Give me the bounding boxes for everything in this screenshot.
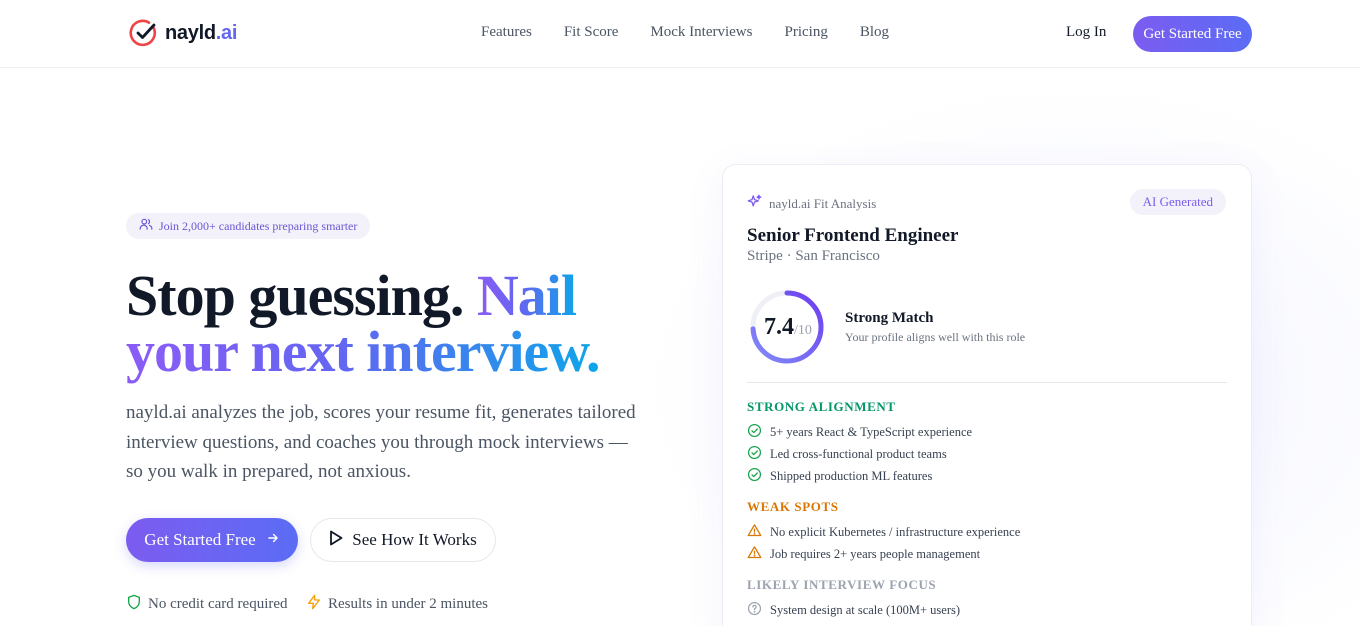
pill-text: Join 2,000+ candidates preparing smarter	[159, 218, 358, 233]
score-value: 7.4/10	[764, 314, 812, 340]
users-icon	[139, 217, 159, 235]
hero-headline: Stop guessing. Nail your next interview.	[126, 263, 600, 384]
job-company: Stripe · San Francisco	[747, 248, 880, 264]
card-divider	[747, 382, 1227, 383]
logo-check-icon	[129, 18, 159, 48]
logo-text: nayld.ai	[165, 21, 238, 44]
check-circle-icon	[747, 467, 770, 486]
match-title: Strong Match	[845, 310, 934, 326]
interview-focus-title: LIKELY INTERVIEW FOCUS	[747, 577, 937, 592]
nav-link-fit-score[interactable]: Fit Score	[564, 24, 619, 41]
job-title: Senior Frontend Engineer	[747, 225, 959, 246]
question-circle-icon	[747, 601, 770, 620]
check-circle-icon	[747, 445, 770, 464]
sparkle-icon	[747, 194, 769, 213]
nav-link-pricing[interactable]: Pricing	[784, 24, 827, 41]
strong-alignment-title: STRONG ALIGNMENT	[747, 399, 896, 414]
fit-score-ring: 7.4/10	[747, 287, 827, 367]
weak-spots-title: WEAK SPOTS	[747, 499, 839, 514]
strong-item: Shipped production ML features	[747, 467, 932, 486]
lightning-icon	[306, 594, 328, 615]
nav-links: Features Fit Score Mock Interviews Prici…	[481, 24, 921, 41]
strong-item: 5+ years React & TypeScript experience	[747, 423, 972, 442]
nav-link-mock-interviews[interactable]: Mock Interviews	[650, 24, 752, 41]
trust-no-credit-card: No credit card required	[126, 594, 288, 615]
top-nav: nayld.ai Features Fit Score Mock Intervi…	[0, 0, 1360, 68]
shield-icon	[126, 594, 148, 615]
ai-generated-badge: AI Generated	[1129, 189, 1226, 215]
check-circle-icon	[747, 423, 770, 442]
see-how-it-works-button[interactable]: See How It Works	[310, 518, 496, 562]
match-description: Your profile aligns well with this role	[845, 330, 1026, 344]
nav-get-started-button[interactable]: Get Started Free	[1133, 16, 1252, 52]
focus-item: System design at scale (100M+ users)	[747, 601, 960, 620]
login-link[interactable]: Log In	[1066, 24, 1106, 41]
get-started-button[interactable]: Get Started Free	[126, 518, 298, 562]
fit-analysis-card: nayld.ai Fit Analysis AI Generated Senio…	[722, 164, 1252, 626]
warning-icon	[747, 523, 770, 542]
arrow-right-icon	[256, 530, 280, 550]
hero-subtitle: nayld.ai analyzes the job, scores your r…	[126, 402, 636, 482]
weak-item: Job requires 2+ years people management	[747, 545, 980, 564]
play-icon	[329, 530, 352, 551]
weak-item: No explicit Kubernetes / infrastructure …	[747, 523, 1020, 542]
nav-link-blog[interactable]: Blog	[860, 24, 889, 41]
card-header: nayld.ai Fit Analysis	[747, 194, 876, 213]
nav-link-features[interactable]: Features	[481, 24, 532, 41]
logo[interactable]: nayld.ai	[129, 18, 237, 48]
social-proof-pill: Join 2,000+ candidates preparing smarter	[126, 213, 371, 239]
strong-item: Led cross-functional product teams	[747, 445, 947, 464]
warning-icon	[747, 545, 770, 564]
trust-results-speed: Results in under 2 minutes	[306, 594, 488, 615]
